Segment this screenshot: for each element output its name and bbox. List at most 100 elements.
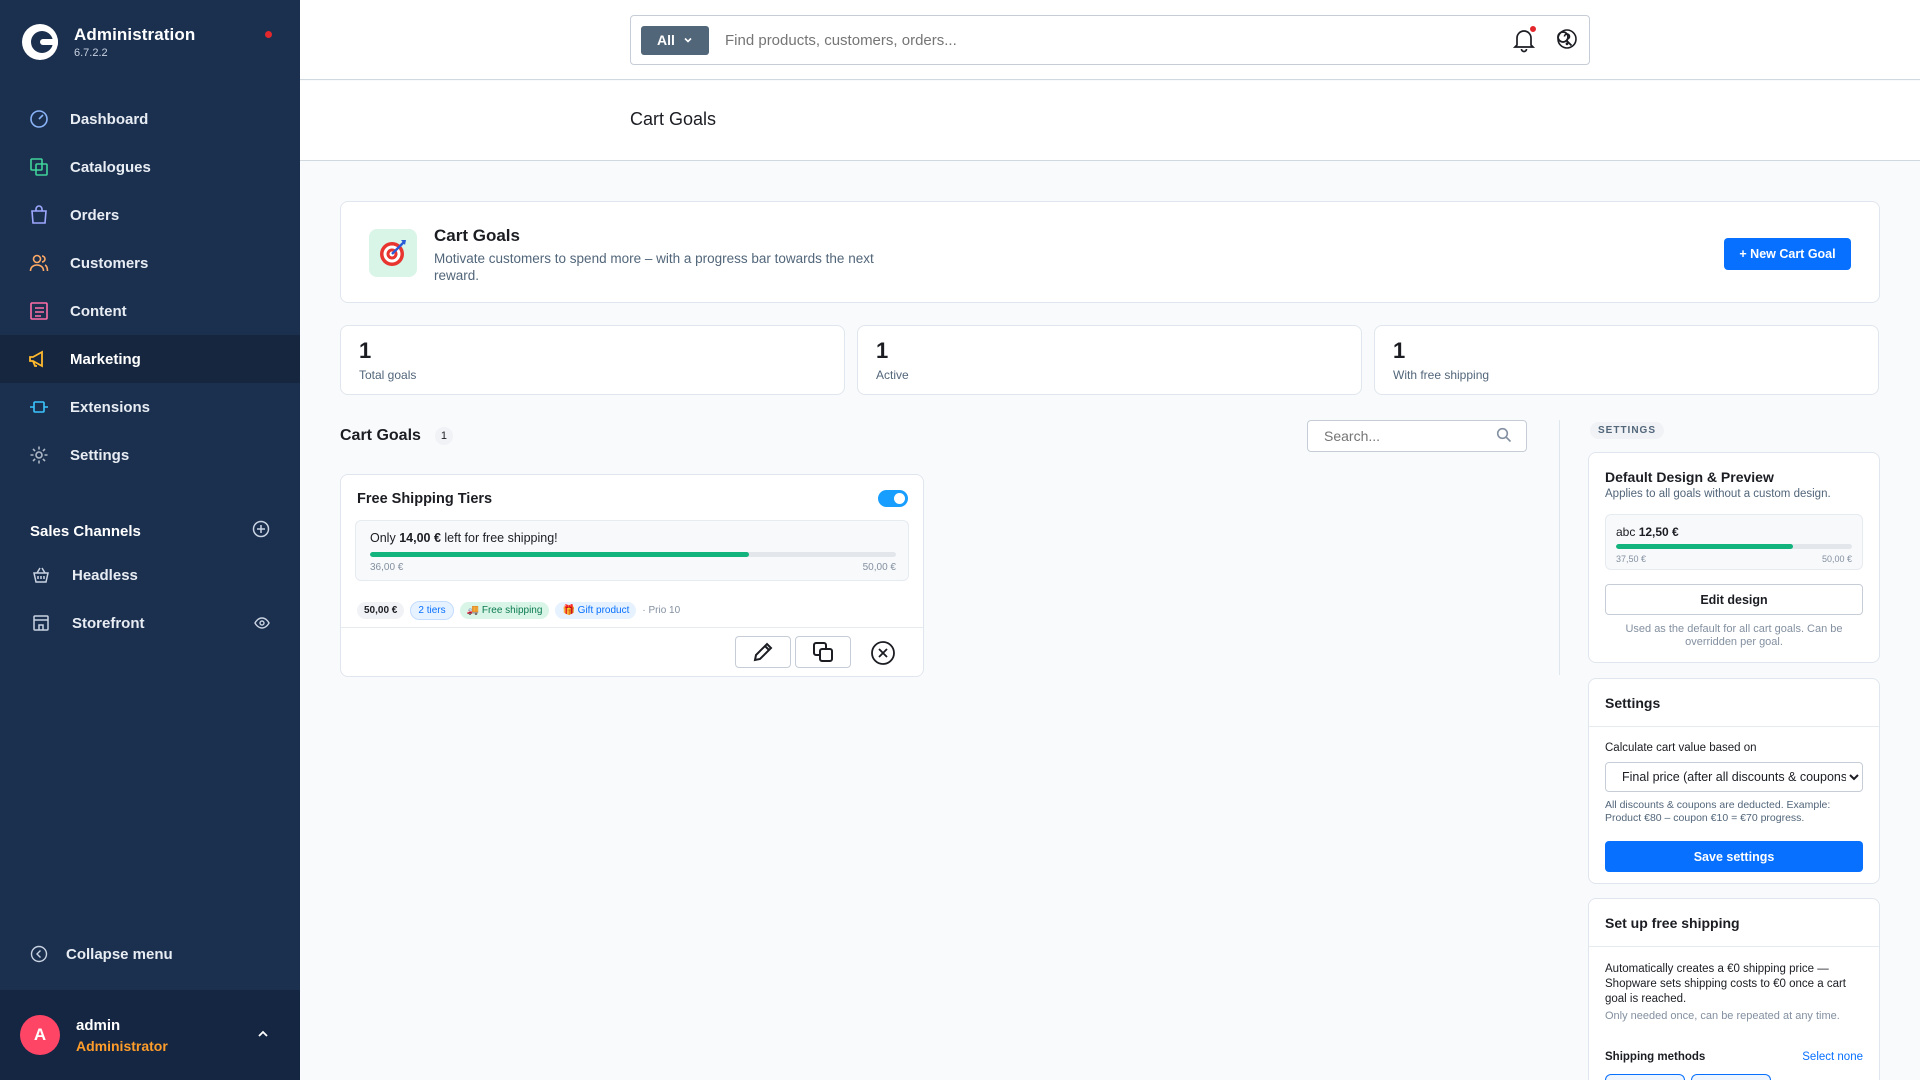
sales-channel-headless[interactable]: Headless bbox=[0, 551, 300, 599]
design-preview-prefix: abc bbox=[1616, 525, 1639, 539]
help-icon[interactable] bbox=[1556, 28, 1578, 53]
new-cart-goal-button[interactable]: + New Cart Goal bbox=[1724, 238, 1851, 270]
customers-icon bbox=[28, 252, 50, 274]
page-header: Cart Goals bbox=[300, 81, 1920, 161]
sales-channels-title: Sales Channels bbox=[30, 522, 141, 540]
design-note: Used as the default for all cart goals. … bbox=[1625, 623, 1843, 648]
design-title: Default Design & Preview bbox=[1605, 469, 1774, 485]
nav-label: Content bbox=[70, 302, 127, 320]
priority-label: · Prio 10 bbox=[642, 605, 681, 616]
settings-divider bbox=[1589, 726, 1879, 727]
dashboard-icon bbox=[28, 108, 50, 130]
intro-description: Motivate customers to spend more – with … bbox=[434, 251, 874, 283]
stat-label: Active bbox=[876, 368, 909, 382]
goal-progress-preview: Only 14,00 € left for free shipping! 36,… bbox=[355, 520, 909, 581]
gift-product-tag: 🎁 Gift product bbox=[555, 602, 637, 619]
sales-channel-storefront[interactable]: Storefront bbox=[0, 599, 300, 647]
app-title: Administration bbox=[74, 25, 196, 44]
shipping-methods-label: Shipping methods bbox=[1605, 1051, 1706, 1063]
nav-item-extensions[interactable]: Extensions bbox=[0, 383, 300, 431]
preview-prefix: Only bbox=[370, 531, 400, 545]
chevron-left-circle-icon bbox=[30, 945, 48, 963]
free-shipping-description: Automatically creates a €0 shipping pric… bbox=[1605, 963, 1847, 1005]
nav-item-marketing[interactable]: Marketing bbox=[0, 335, 300, 383]
pencil-icon bbox=[752, 641, 774, 663]
calc-basis-select[interactable]: Final price (after all discounts & coupo… bbox=[1605, 762, 1863, 792]
nav-item-customers[interactable]: Customers bbox=[0, 239, 300, 287]
cart-goals-intro-card: Cart Goals Motivate customers to spend m… bbox=[340, 201, 1880, 303]
storefront-icon bbox=[30, 612, 52, 634]
free-shipping-divider bbox=[1589, 946, 1879, 947]
delete-goal-icon[interactable] bbox=[870, 640, 896, 666]
stat-value: 1 bbox=[1393, 338, 1406, 363]
add-sales-channel-icon[interactable] bbox=[252, 520, 270, 542]
design-preview: abc 12,50 € 37,50 € 50,00 € bbox=[1605, 514, 1863, 570]
search-type-dropdown[interactable]: All bbox=[641, 25, 709, 55]
chevron-down-icon bbox=[683, 35, 693, 45]
preview-amount: 14,00 € bbox=[399, 531, 441, 545]
stat-total-goals: 1 Total goals bbox=[340, 325, 845, 395]
goal-card-divider bbox=[341, 627, 923, 628]
main-nav: Dashboard Catalogues Orders Customers Co… bbox=[0, 95, 300, 479]
settings-card: Settings Calculate cart value based on F… bbox=[1588, 678, 1880, 884]
edit-goal-button[interactable] bbox=[735, 636, 791, 668]
extensions-icon bbox=[28, 396, 50, 418]
search-input[interactable] bbox=[709, 31, 1556, 49]
design-progress-min: 37,50 € bbox=[1616, 554, 1647, 564]
save-settings-button[interactable]: Save settings bbox=[1605, 841, 1863, 872]
list-search-input[interactable] bbox=[1308, 428, 1496, 444]
eye-icon[interactable] bbox=[254, 615, 270, 635]
duplicate-goal-button[interactable] bbox=[795, 636, 851, 668]
stat-active: 1 Active bbox=[857, 325, 1362, 395]
megaphone-icon bbox=[28, 348, 50, 370]
shipping-method-chip[interactable] bbox=[1691, 1074, 1771, 1080]
copy-icon bbox=[812, 641, 834, 663]
progress-min: 36,00 € bbox=[370, 562, 404, 573]
design-preview-message: abc 12,50 € bbox=[1616, 525, 1679, 539]
nav-label: Settings bbox=[70, 446, 130, 464]
brand[interactable]: Administration 6.7.2.2 bbox=[22, 24, 195, 60]
collapse-menu-button[interactable]: Collapse menu bbox=[30, 945, 173, 963]
user-menu[interactable]: A admin Administrator bbox=[0, 990, 300, 1080]
intro-title: Cart Goals bbox=[434, 226, 520, 245]
design-progress-fill bbox=[1616, 544, 1793, 549]
shopware-logo-icon bbox=[22, 24, 58, 60]
preview-suffix: left for free shipping! bbox=[440, 531, 558, 545]
cart-goal-card: Free Shipping Tiers Only 14,00 € left fo… bbox=[340, 474, 924, 677]
calc-label: Calculate cart value based on bbox=[1605, 742, 1757, 754]
content-icon bbox=[28, 300, 50, 322]
shipping-method-chip[interactable] bbox=[1605, 1074, 1685, 1080]
stat-value: 1 bbox=[876, 338, 889, 363]
free-shipping-card: Set up free shipping Automatically creat… bbox=[1588, 898, 1880, 1080]
page-title: Cart Goals bbox=[630, 109, 717, 129]
chevron-up-icon bbox=[256, 1027, 270, 1044]
design-progress-max: 50,00 € bbox=[1821, 554, 1852, 564]
nav-item-content[interactable]: Content bbox=[0, 287, 300, 335]
avatar: A bbox=[20, 1015, 60, 1055]
nav-label: Dashboard bbox=[70, 110, 149, 128]
design-preview-amount: 12,50 € bbox=[1638, 525, 1679, 539]
target-icon bbox=[369, 229, 417, 277]
calc-note: All discounts & coupons are deducted. Ex… bbox=[1605, 799, 1831, 824]
progress-bar bbox=[370, 552, 896, 557]
user-role: Administrator bbox=[76, 1037, 168, 1054]
nav-item-orders[interactable]: Orders bbox=[0, 191, 300, 239]
search-icon bbox=[1496, 427, 1512, 446]
design-progress-bar bbox=[1616, 544, 1852, 549]
nav-item-catalogues[interactable]: Catalogues bbox=[0, 143, 300, 191]
column-divider bbox=[1559, 420, 1560, 675]
nav-item-settings[interactable]: Settings bbox=[0, 431, 300, 479]
nav-label: Catalogues bbox=[70, 158, 151, 176]
nav-item-dashboard[interactable]: Dashboard bbox=[0, 95, 300, 143]
sales-channels-header: Sales Channels bbox=[30, 520, 270, 542]
select-none-link[interactable]: Select none bbox=[1802, 1051, 1863, 1063]
sidebar: Administration 6.7.2.2 Dashboard Catalog… bbox=[0, 0, 300, 1080]
edit-design-button[interactable]: Edit design bbox=[1605, 584, 1863, 615]
progress-max: 50,00 € bbox=[862, 562, 896, 573]
search-type-label: All bbox=[657, 32, 675, 48]
goal-active-toggle[interactable] bbox=[878, 490, 908, 507]
free-shipping-tag: 🚚 Free shipping bbox=[459, 602, 550, 619]
stat-value: 1 bbox=[359, 338, 372, 363]
notification-dot bbox=[265, 31, 272, 38]
gear-icon bbox=[28, 444, 50, 466]
